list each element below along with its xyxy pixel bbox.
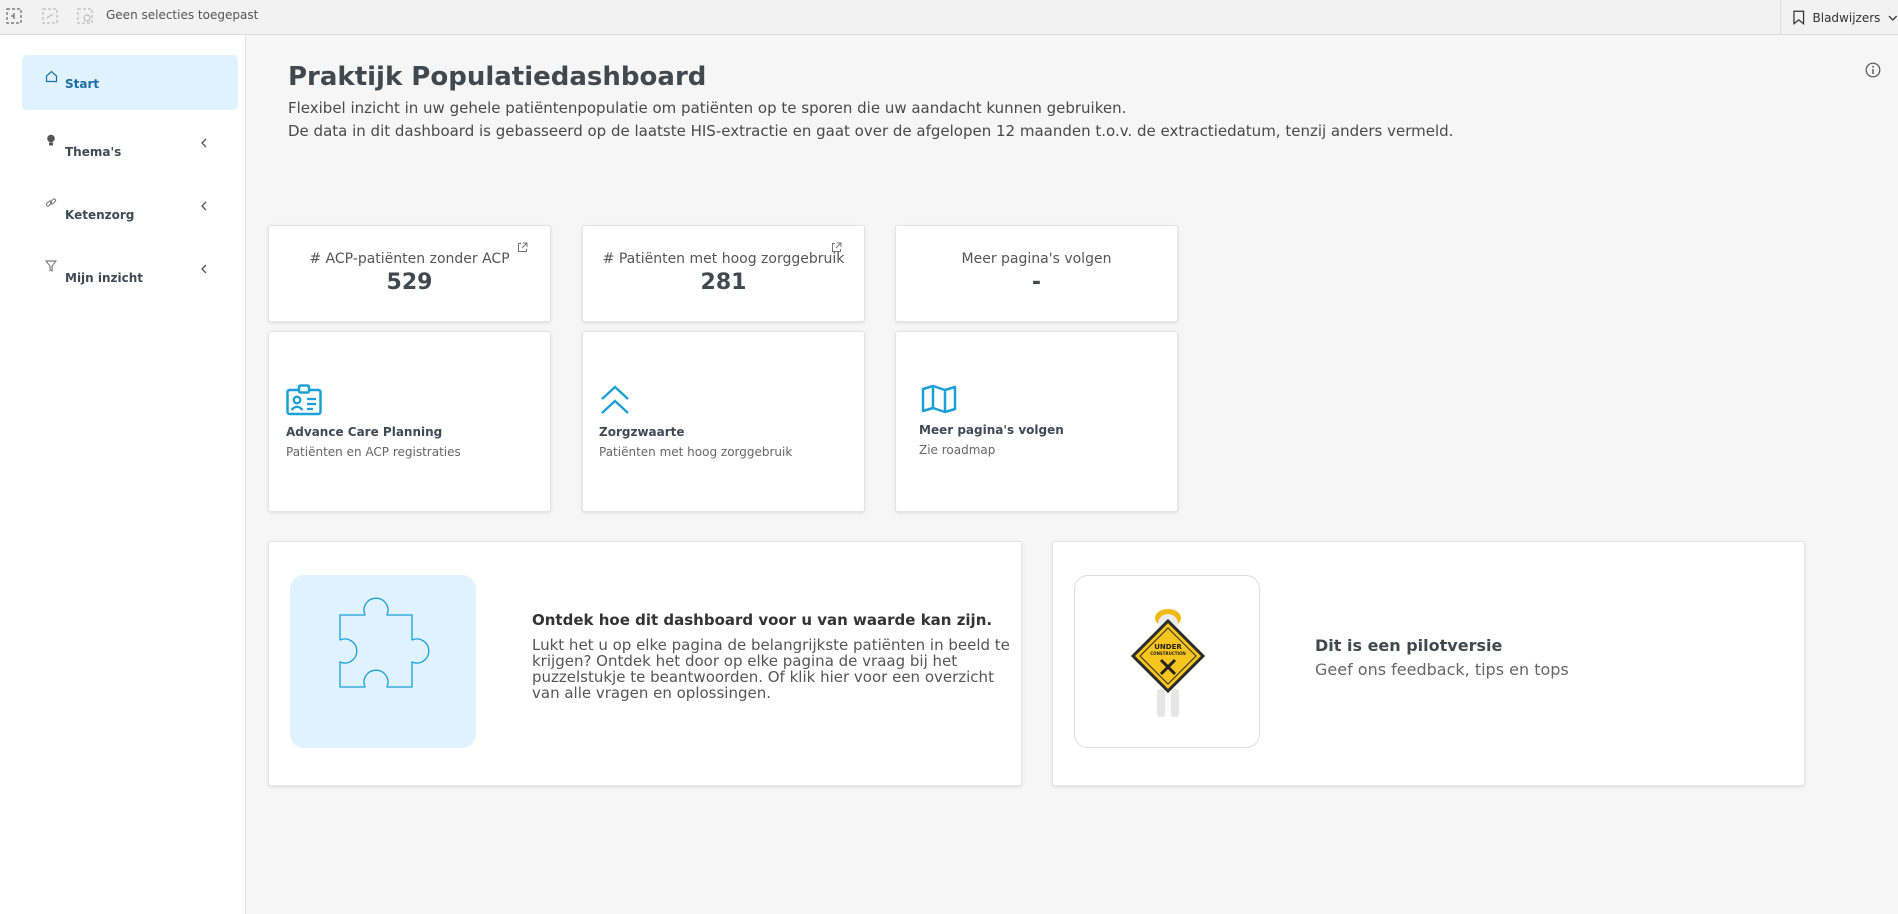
nav-card-subtitle: Zie roadmap: [919, 443, 996, 457]
page-subtitle-data-note: De data in dit dashboard is gebasseerd o…: [288, 122, 1454, 140]
kpi-card-zorggebruik: # Patiënten met hoog zorggebruik 281: [582, 225, 865, 322]
nav-card-zorgzwaarte[interactable]: Zorgzwaarte Patiënten met hoog zorggebru…: [582, 331, 865, 512]
kpi-label: Meer pagina's volgen: [961, 251, 1112, 267]
step-back-icon[interactable]: [41, 7, 59, 25]
chevron-left-icon[interactable]: [198, 199, 208, 213]
clear-selections-icon[interactable]: [76, 7, 94, 25]
pilot-title: Dit is een pilotversie: [1315, 636, 1503, 655]
external-link-icon[interactable]: [831, 238, 842, 252]
sidebar-item-ketenzorg[interactable]: Ketenzorg: [22, 180, 238, 235]
selection-status: Geen selecties toegepast: [106, 8, 259, 22]
sidebar-item-themas[interactable]: Thema's: [22, 117, 238, 172]
sidebar-item-mijn-inzicht[interactable]: Mijn inzicht: [22, 243, 238, 298]
nav-card-acp[interactable]: Advance Care Planning Patiënten en ACP r…: [268, 331, 551, 512]
promo-text: Lukt het u op elke pagina de belangrijks…: [532, 636, 1010, 702]
kpi-value: -: [1031, 270, 1042, 295]
svg-text:UNDER: UNDER: [1154, 643, 1182, 651]
kpi-label: # ACP-patiënten zonder ACP: [309, 251, 510, 267]
sidebar: Start Thema's Ketenzorg Mijn inzicht: [0, 35, 246, 914]
bookmarks-label: Bladwijzers: [1812, 10, 1881, 25]
puzzle-piece-icon: [339, 597, 430, 688]
link-icon: [44, 196, 58, 210]
promo-card-puzzle[interactable]: Ontdek hoe dit dashboard voor u van waar…: [268, 541, 1022, 786]
chevron-left-icon[interactable]: [198, 262, 208, 276]
bookmark-icon: [1793, 10, 1805, 25]
nav-card-title: Advance Care Planning: [286, 425, 443, 439]
double-chevron-up-icon: [599, 385, 639, 425]
bookmarks-button[interactable]: Bladwijzers: [1780, 0, 1898, 35]
pilot-card[interactable]: UNDER CONSTRUCTION Dit is een pilotversi…: [1052, 541, 1805, 786]
sidebar-item-start[interactable]: Start: [22, 55, 238, 110]
smart-search-icon[interactable]: [5, 7, 23, 25]
page-subtitle: Flexibel inzicht in uw gehele patiëntenp…: [288, 99, 1127, 117]
map-icon: [921, 384, 961, 424]
nav-card-subtitle: Patiënten met hoog zorggebruik: [599, 445, 793, 459]
chevron-left-icon[interactable]: [198, 136, 208, 150]
lightbulb-icon: [44, 133, 58, 147]
sidebar-item-label: Thema's: [65, 145, 122, 159]
top-toolbar: Geen selecties toegepast Bladwijzers: [0, 0, 1898, 35]
under-construction-tile: UNDER CONSTRUCTION: [1074, 575, 1260, 748]
chevron-down-icon: [1888, 15, 1898, 21]
under-construction-figure-icon: UNDER CONSTRUCTION: [1130, 609, 1206, 717]
kpi-value: 281: [700, 270, 747, 295]
filter-icon: [44, 259, 58, 273]
nav-card-more-pages[interactable]: Meer pagina's volgen Zie roadmap: [895, 331, 1178, 512]
home-icon: [44, 69, 58, 83]
sidebar-item-label: Start: [65, 77, 100, 91]
puzzle-tile[interactable]: [290, 575, 476, 748]
page-title: Praktijk Populatiedashboard: [288, 62, 707, 92]
kpi-value: 529: [386, 270, 433, 295]
nav-card-title: Zorgzwaarte: [599, 425, 685, 439]
kpi-card-acp: # ACP-patiënten zonder ACP 529: [268, 225, 551, 322]
sidebar-item-label: Ketenzorg: [65, 208, 135, 222]
kpi-card-more-pages: Meer pagina's volgen -: [895, 225, 1178, 322]
kpi-label: # Patiënten met hoog zorggebruik: [602, 251, 845, 267]
svg-text:CONSTRUCTION: CONSTRUCTION: [1150, 651, 1186, 656]
sidebar-item-label: Mijn inzicht: [65, 271, 144, 285]
info-icon[interactable]: [1865, 62, 1883, 80]
pilot-subtitle: Geef ons feedback, tips en tops: [1315, 660, 1569, 679]
promo-title: Ontdek hoe dit dashboard voor u van waar…: [532, 611, 993, 629]
nav-card-subtitle: Patiënten en ACP registraties: [286, 445, 461, 459]
external-link-icon[interactable]: [517, 238, 528, 252]
id-card-icon: [286, 384, 326, 424]
nav-card-title: Meer pagina's volgen: [919, 423, 1064, 437]
